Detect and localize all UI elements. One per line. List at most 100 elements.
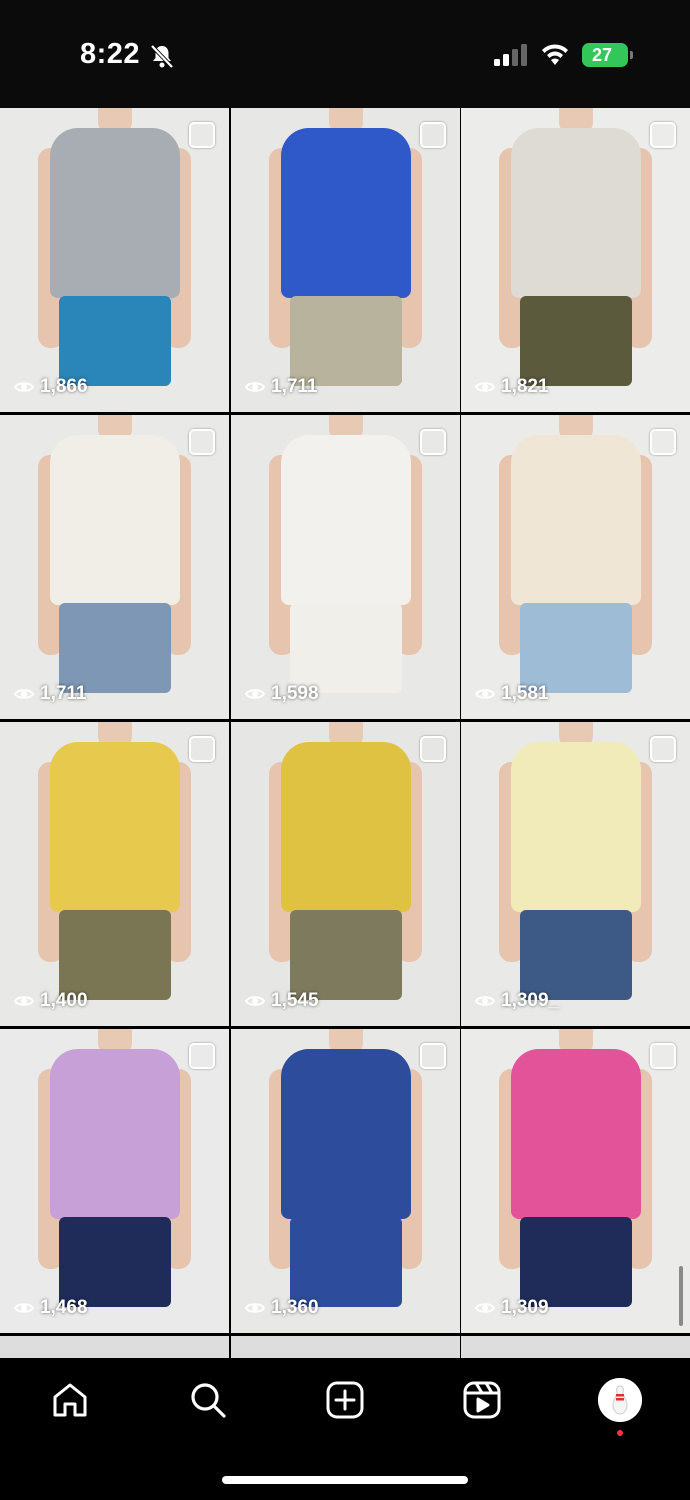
- search-icon: [191, 1383, 226, 1418]
- eye-icon: [475, 996, 495, 1006]
- battery-nub: [630, 51, 633, 59]
- view-count: 1,598: [245, 683, 319, 705]
- eye-icon: [245, 1303, 265, 1313]
- nav-reels[interactable]: [462, 1380, 502, 1420]
- garment-top: [280, 742, 411, 912]
- silent-bell-icon: [150, 44, 174, 69]
- garment-bottom: [58, 910, 171, 1000]
- post-grid: 1,866 1,711 1,821 1,711 1,598 1,581 1,400 1,545…: [0, 108, 690, 1358]
- post-tile[interactable]: 1,866: [0, 108, 229, 412]
- view-count-value: 1,581: [501, 683, 549, 704]
- post-tile-partial[interactable]: [461, 1336, 690, 1358]
- notification-dot: [617, 1430, 623, 1436]
- view-count: 1,309_: [475, 990, 559, 1012]
- create-icon: [326, 1381, 364, 1419]
- multi-post-icon: [650, 1043, 676, 1069]
- garment-top: [510, 742, 641, 912]
- view-count-value: 1,309: [501, 1297, 549, 1318]
- view-count: 1,711: [14, 683, 87, 705]
- eye-icon: [14, 689, 34, 699]
- garment-bottom: [289, 296, 402, 386]
- view-count: 1,468: [14, 1297, 88, 1319]
- view-count: 1,545: [245, 990, 319, 1012]
- view-count: 1,711: [245, 376, 318, 398]
- garment-top: [510, 128, 641, 298]
- eye-icon: [475, 1303, 495, 1313]
- post-tile[interactable]: 1,309_: [461, 722, 690, 1026]
- view-count-value: 1,545: [271, 990, 319, 1011]
- eye-icon: [14, 382, 34, 392]
- view-count: 1,821: [475, 376, 549, 398]
- garment-bottom: [58, 1217, 171, 1307]
- view-count: 1,581: [475, 683, 549, 705]
- garment-top: [49, 742, 180, 912]
- nav-search[interactable]: [188, 1380, 228, 1420]
- multi-post-icon: [420, 1043, 446, 1069]
- view-count-value: 1,598: [271, 683, 319, 704]
- battery-level: 27: [591, 45, 613, 65]
- wifi-icon: [542, 44, 568, 65]
- scrollbar[interactable]: [679, 1266, 683, 1326]
- post-tile-partial[interactable]: [0, 1336, 229, 1358]
- post-tile[interactable]: 1,545: [231, 722, 460, 1026]
- garment-bottom: [289, 603, 402, 693]
- post-tile[interactable]: 1,400: [0, 722, 229, 1026]
- view-count: 1,360: [245, 1297, 319, 1319]
- view-count: 1,866: [14, 376, 88, 398]
- garment-bottom: [519, 910, 632, 1000]
- multi-post-icon: [189, 429, 215, 455]
- view-count-value: 1,866: [40, 376, 88, 397]
- eye-icon: [475, 689, 495, 699]
- multi-post-icon: [650, 736, 676, 762]
- garment-bottom: [519, 1217, 632, 1307]
- post-tile[interactable]: 1,598: [231, 415, 460, 719]
- post-tile[interactable]: 1,711: [231, 108, 460, 412]
- view-count-value: 1,400: [40, 990, 88, 1011]
- garment-top: [510, 435, 641, 605]
- eye-icon: [245, 689, 265, 699]
- garment-top: [510, 1049, 641, 1219]
- view-count-value: 1,360: [271, 1297, 319, 1318]
- reels-icon: [463, 1381, 501, 1419]
- multi-post-icon: [650, 429, 676, 455]
- post-tile-partial[interactable]: [231, 1336, 460, 1358]
- eye-icon: [245, 382, 265, 392]
- status-bar: 8:22 27: [0, 0, 690, 108]
- multi-post-icon: [189, 736, 215, 762]
- view-count-value: 1,711: [40, 683, 87, 704]
- nav-create[interactable]: [325, 1380, 365, 1420]
- post-tile[interactable]: 1,468: [0, 1029, 229, 1333]
- view-count: 1,309: [475, 1297, 549, 1319]
- garment-top: [280, 128, 411, 298]
- multi-post-icon: [189, 122, 215, 148]
- garment-top: [280, 435, 411, 605]
- home-indicator[interactable]: [222, 1476, 468, 1484]
- view-count-value: 1,309_: [501, 990, 560, 1011]
- post-tile[interactable]: 1,309: [461, 1029, 690, 1333]
- post-tile[interactable]: 1,360: [231, 1029, 460, 1333]
- nav-home[interactable]: [50, 1380, 90, 1420]
- garment-bottom: [519, 603, 632, 693]
- garment-bottom: [519, 296, 632, 386]
- view-count-value: 1,711: [271, 376, 318, 397]
- multi-post-icon: [420, 736, 446, 762]
- post-tile[interactable]: 1,821: [461, 108, 690, 412]
- garment-bottom: [58, 296, 171, 386]
- eye-icon: [245, 996, 265, 1006]
- garment-top: [49, 1049, 180, 1219]
- battery-indicator: 27: [582, 43, 633, 67]
- bowling-pin-icon: [598, 1378, 642, 1422]
- view-count-value: 1,468: [40, 1297, 88, 1318]
- eye-icon: [14, 996, 34, 1006]
- garment-top: [49, 128, 180, 298]
- status-time: 8:22: [80, 38, 141, 70]
- garment-top: [280, 1049, 411, 1219]
- post-tile[interactable]: 1,581: [461, 415, 690, 719]
- multi-post-icon: [420, 122, 446, 148]
- profile-avatar[interactable]: [598, 1378, 642, 1422]
- view-count: 1,400: [14, 990, 88, 1012]
- post-tile[interactable]: 1,711: [0, 415, 229, 719]
- home-icon: [53, 1383, 87, 1417]
- garment-bottom: [58, 603, 171, 693]
- view-count-value: 1,821: [501, 376, 549, 397]
